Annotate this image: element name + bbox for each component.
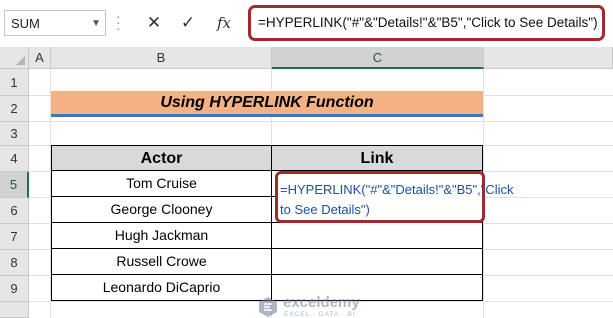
formula-tools: ✕ ✓ fx [136, 10, 244, 36]
column-header-b[interactable]: B [51, 47, 272, 69]
formula-text: =HYPERLINK("#"&"Details!"&"B5","Click to… [258, 15, 598, 30]
row-header-9[interactable]: 9 [0, 276, 29, 302]
watermark-name: exceldemy [283, 294, 360, 311]
row-header-6[interactable]: 6 [0, 198, 29, 224]
spreadsheet-grid: A B C 1 2 3 4 5 6 7 8 9 Using HYPERLINK … [0, 47, 613, 318]
formula-bar: SUM ▼ · · · ✕ ✓ fx =HYPERLINK("#"&"Details… [0, 0, 613, 47]
close-icon[interactable]: ✕ [140, 10, 168, 36]
column-header-d[interactable] [484, 47, 613, 69]
link-cell[interactable] [271, 249, 483, 275]
cell-formula-text: =HYPERLINK("#"&"Details!"&"B5","Click to… [280, 182, 514, 217]
column-header-a[interactable]: A [29, 47, 51, 69]
gridline [29, 121, 613, 122]
row-header-7[interactable]: 7 [0, 224, 29, 250]
exceldemy-logo-icon [259, 297, 277, 317]
link-cell[interactable] [271, 223, 483, 249]
active-cell-editor[interactable]: =HYPERLINK("#"&"Details!"&"B5","Click to… [275, 171, 514, 223]
row-header-2[interactable]: 2 [0, 96, 29, 122]
watermark-tagline: EXCEL · DATA · BI [284, 311, 356, 318]
row-header-3[interactable]: 3 [0, 122, 29, 146]
name-box[interactable]: SUM ▼ [4, 10, 106, 36]
actor-cell[interactable]: Hugh Jackman [51, 223, 272, 249]
actor-cell[interactable]: Leonardo DiCaprio [51, 275, 272, 301]
actor-cell[interactable]: Russell Crowe [51, 249, 272, 275]
select-all-icon [16, 56, 25, 65]
formula-input[interactable]: =HYPERLINK("#"&"Details!"&"B5","Click to… [248, 5, 605, 41]
insert-function-button[interactable]: fx [210, 10, 238, 36]
row-header-5[interactable]: 5 [0, 172, 29, 198]
chevron-down-icon[interactable]: ▼ [91, 18, 101, 29]
row-header-10[interactable] [0, 302, 29, 318]
drag-handle-icon[interactable]: · · · [116, 9, 122, 35]
row-header-4[interactable]: 4 [0, 146, 29, 172]
actor-cell[interactable]: Tom Cruise [51, 171, 272, 197]
title-banner: Using HYPERLINK Function [51, 91, 483, 117]
table-header-actor: Actor [51, 145, 272, 171]
check-icon[interactable]: ✓ [174, 10, 202, 36]
table-header-link: Link [271, 145, 483, 171]
row-header-1[interactable]: 1 [0, 69, 29, 96]
row-header-8[interactable]: 8 [0, 250, 29, 276]
column-header-c[interactable]: C [272, 47, 484, 69]
actor-cell[interactable]: George Clooney [51, 197, 272, 223]
select-all-button[interactable] [0, 47, 29, 69]
watermark: exceldemy EXCEL · DATA · BI [257, 294, 417, 318]
name-box-value: SUM [11, 16, 40, 31]
cell-area[interactable]: Using HYPERLINK Function Actor Link Tom … [29, 69, 613, 318]
